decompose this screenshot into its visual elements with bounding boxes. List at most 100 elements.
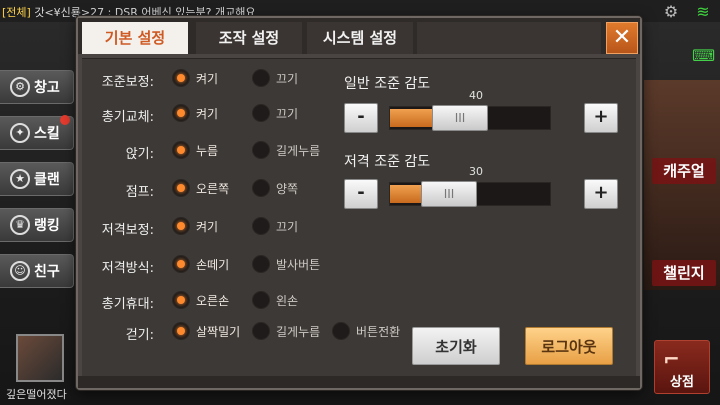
left-menu: ⚙ 창고 ✦ 스킬 ★ 클랜 ♛ 랭킹 ☺ 친구: [0, 70, 74, 300]
radio-label: 켜기: [196, 71, 219, 86]
radio-dot: [172, 291, 190, 309]
radio-label: 버튼전환: [356, 324, 401, 339]
menu-friend-label: 친구: [34, 264, 60, 280]
player-name: 깊은떨어졌다: [6, 388, 67, 401]
radio-off[interactable]: 끄기: [252, 69, 298, 87]
radio-dot: [252, 69, 270, 87]
shop-label: 상점: [670, 375, 694, 390]
radio-dot: [172, 217, 190, 235]
radio-dot: [252, 179, 270, 197]
radio-dot: [252, 104, 270, 122]
radio-fire-button[interactable]: 발사버튼: [252, 255, 320, 273]
menu-ranking[interactable]: ♛ 랭킹: [0, 208, 74, 242]
warehouse-icon: ⚙: [10, 77, 30, 97]
radio-label: 살짝밀기: [196, 324, 241, 339]
normal-sensitivity-plus-button[interactable]: +: [584, 103, 618, 133]
tab-control-settings[interactable]: 조작 설정: [196, 22, 302, 54]
radio-light-push[interactable]: 살짝밀기: [172, 322, 240, 340]
radio-off[interactable]: 끄기: [252, 217, 298, 235]
dialog-footer: [78, 376, 640, 388]
menu-clan[interactable]: ★ 클랜: [0, 162, 74, 196]
tab-basic-settings[interactable]: 기본 설정: [82, 22, 188, 54]
option-label: 총기휴대:: [101, 297, 154, 312]
close-button[interactable]: ✕: [606, 22, 638, 54]
radio-both[interactable]: 양쪽: [252, 179, 298, 197]
radio-label: 오른손: [196, 293, 230, 308]
radio-dot: [332, 322, 350, 340]
wifi-signal-icon: ≋: [696, 2, 710, 21]
radio-off[interactable]: 끄기: [252, 104, 298, 122]
reset-button[interactable]: 초기화: [412, 327, 500, 365]
normal-sensitivity-slider[interactable]: III: [389, 105, 551, 131]
menu-warehouse-label: 창고: [34, 80, 60, 96]
radio-long-press[interactable]: 길게누름: [252, 322, 320, 340]
option-label: 저격방식:: [101, 261, 154, 276]
radio-label: 끄기: [276, 219, 299, 234]
radio-dot: [252, 322, 270, 340]
option-sniper-mode: 저격방식: 손떼기 발사버튼: [82, 254, 412, 276]
radio-right[interactable]: 오른쪽: [172, 179, 229, 197]
rifle-icon: ⌐: [663, 347, 680, 371]
challenge-mode-label[interactable]: 챌린지: [652, 260, 716, 286]
top-icons: ⚙ ≋: [660, 2, 714, 22]
normal-sensitivity-minus-button[interactable]: -: [344, 103, 378, 133]
radio-label: 손떼기: [196, 257, 230, 272]
mode-banner[interactable]: 캐주얼 챌린지: [644, 80, 720, 290]
settings-gear-icon[interactable]: ⚙: [660, 2, 682, 22]
radio-on[interactable]: 켜기: [172, 69, 218, 87]
radio-label: 끄기: [276, 71, 299, 86]
radio-label: 길게누름: [276, 143, 321, 158]
radio-dot: [172, 322, 190, 340]
slider-thumb[interactable]: III: [421, 181, 477, 207]
radio-on[interactable]: 켜기: [172, 217, 218, 235]
slider-thumb[interactable]: III: [432, 105, 488, 131]
tab-system-settings[interactable]: 시스템 설정: [307, 22, 413, 54]
radio-left-hand[interactable]: 왼손: [252, 291, 298, 309]
menu-skill[interactable]: ✦ 스킬: [0, 115, 74, 150]
radio-label: 오른쪽: [196, 181, 230, 196]
sniper-sensitivity-slider[interactable]: III: [389, 181, 551, 207]
notification-dot: [60, 115, 70, 125]
radio-label: 길게누름: [276, 324, 321, 339]
gamepad-icon[interactable]: ⌨: [692, 46, 715, 66]
menu-friend[interactable]: ☺ 친구: [0, 254, 74, 288]
radio-dot: [252, 141, 270, 159]
radio-right-hand[interactable]: 오른손: [172, 291, 229, 309]
sniper-sensitivity-title: 저격 조준 감도: [344, 154, 431, 170]
option-label: 저격보정:: [101, 223, 154, 238]
option-label: 총기교체:: [101, 110, 154, 125]
radio-button-toggle[interactable]: 버튼전환: [332, 322, 400, 340]
logout-button[interactable]: 로그아웃: [525, 327, 613, 365]
radio-release[interactable]: 손떼기: [172, 255, 229, 273]
radio-label: 왼손: [276, 293, 299, 308]
radio-long-press[interactable]: 길게누름: [252, 141, 320, 159]
shop-button[interactable]: ⌐ 상점: [654, 340, 710, 394]
option-label: 걷기:: [125, 328, 154, 343]
star-icon: ★: [10, 169, 30, 189]
radio-dot: [172, 255, 190, 273]
normal-sensitivity-title: 일반 조준 감도: [344, 76, 431, 92]
sniper-sensitivity-value: 30: [469, 165, 483, 178]
option-walk: 걷기: 살짝밀기 길게누름 버튼전환: [82, 321, 412, 343]
option-label: 앉기:: [125, 147, 154, 162]
chat-channel-tag: [전체]: [2, 6, 31, 19]
skill-icon: ✦: [10, 123, 30, 143]
option-label: 조준보정:: [101, 75, 154, 90]
sniper-sensitivity-plus-button[interactable]: +: [584, 179, 618, 209]
radio-label: 누름: [196, 143, 219, 158]
radio-press[interactable]: 누름: [172, 141, 218, 159]
radio-on[interactable]: 켜기: [172, 104, 218, 122]
sniper-sensitivity-minus-button[interactable]: -: [344, 179, 378, 209]
radio-dot: [172, 179, 190, 197]
player-avatar[interactable]: [16, 334, 64, 382]
basic-settings-panel: 조준보정: 켜기 끄기 총기교체: 켜기 끄기 앉기: 누름 길게누름 점프: …: [82, 58, 636, 376]
casual-mode-label[interactable]: 캐주얼: [652, 158, 716, 184]
menu-clan-label: 클랜: [34, 172, 60, 188]
dialog-tab-bar: 기본 설정 조작 설정 시스템 설정 ✕: [78, 18, 640, 54]
menu-warehouse[interactable]: ⚙ 창고: [0, 70, 74, 104]
radio-label: 켜기: [196, 219, 219, 234]
menu-ranking-label: 랭킹: [34, 218, 60, 234]
option-label: 점프:: [125, 185, 154, 200]
trophy-icon: ♛: [10, 215, 30, 235]
tab-bar-filler: [417, 22, 601, 54]
